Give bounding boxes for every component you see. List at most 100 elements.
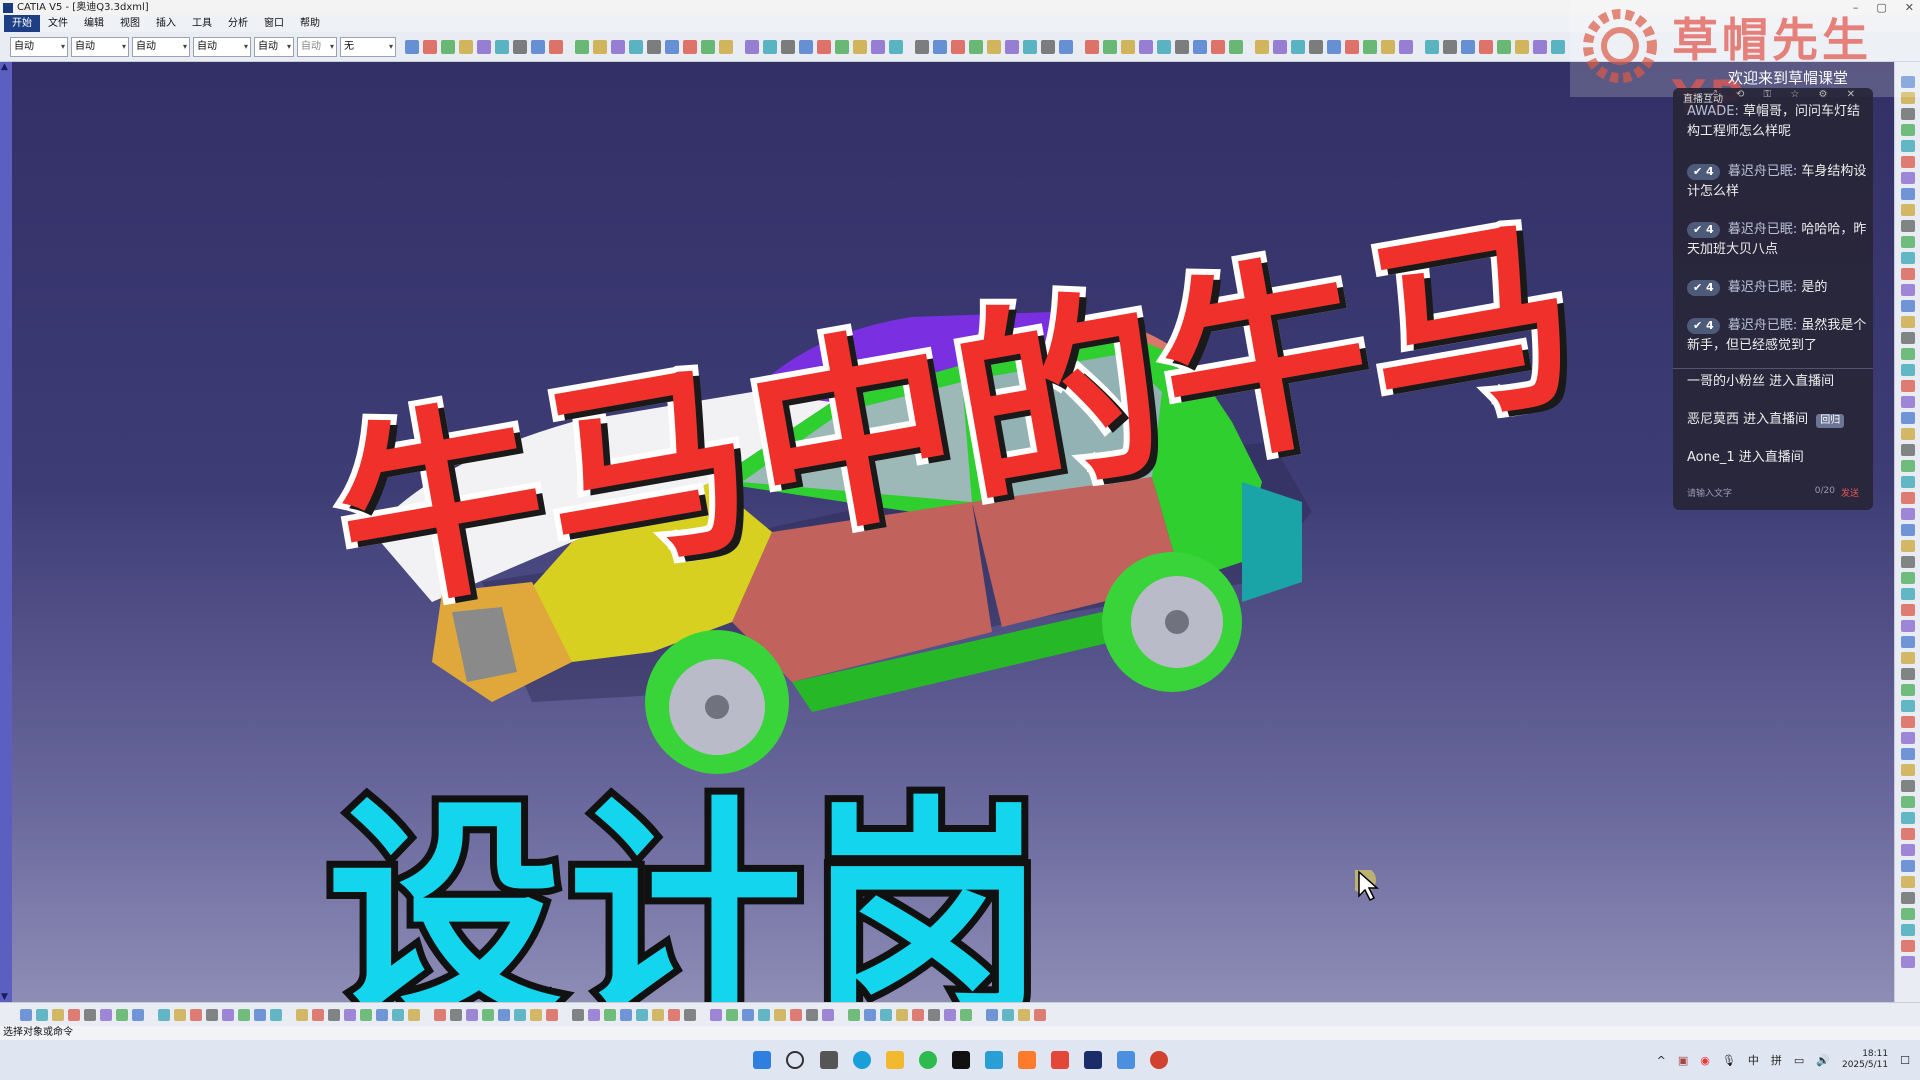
tool-button-icon[interactable]	[1901, 332, 1915, 344]
tool-button-icon[interactable]	[1901, 908, 1915, 920]
tool-button-icon[interactable]	[1901, 620, 1915, 632]
tool-button-icon[interactable]	[915, 39, 929, 54]
tool-button-icon[interactable]	[1901, 236, 1915, 248]
tool-button-icon[interactable]	[986, 1009, 998, 1021]
tool-button-icon[interactable]	[1901, 748, 1915, 760]
transparency-select[interactable]: 自动 ▾	[254, 36, 294, 57]
search-icon[interactable]	[786, 1051, 804, 1069]
tool-button-icon[interactable]	[222, 1009, 234, 1021]
tool-button-icon[interactable]	[806, 1009, 818, 1021]
ime-indicator[interactable]: 中	[1748, 1052, 1759, 1068]
tool-button-icon[interactable]	[710, 1009, 722, 1021]
tool-button-icon[interactable]	[593, 39, 607, 54]
tray-app-icon[interactable]: ▣	[1678, 1054, 1688, 1067]
tool-button-icon[interactable]	[604, 1009, 616, 1021]
tool-button-icon[interactable]	[1211, 39, 1225, 54]
tool-button-icon[interactable]	[774, 1009, 786, 1021]
tool-button-icon[interactable]	[1005, 39, 1019, 54]
powerpoint-icon[interactable]	[1150, 1051, 1168, 1069]
tool-button-icon[interactable]	[719, 39, 733, 54]
tool-button-icon[interactable]	[588, 1009, 600, 1021]
left-scrollbar[interactable]: ▲ ▼	[0, 62, 12, 1002]
tool-button-icon[interactable]	[620, 1009, 632, 1021]
app-icon[interactable]	[1018, 1051, 1036, 1069]
tool-button-icon[interactable]	[1901, 252, 1915, 264]
menu-edit[interactable]: 编辑	[76, 15, 112, 32]
tool-button-icon[interactable]	[1901, 364, 1915, 376]
tool-button-icon[interactable]	[441, 39, 455, 54]
tool-button-icon[interactable]	[763, 39, 777, 54]
clock[interactable]: 18:11 2025/5/11	[1842, 1049, 1888, 1071]
tool-button-icon[interactable]	[1901, 156, 1915, 168]
tool-button-icon[interactable]	[636, 1009, 648, 1021]
tool-button-icon[interactable]	[206, 1009, 218, 1021]
tool-button-icon[interactable]	[758, 1009, 770, 1021]
tool-button-icon[interactable]	[1901, 796, 1915, 808]
send-button[interactable]: 发送	[1841, 486, 1859, 499]
tool-button-icon[interactable]	[1901, 380, 1915, 392]
tool-button-icon[interactable]	[1901, 540, 1915, 552]
tool-button-icon[interactable]	[1901, 556, 1915, 568]
tool-button-icon[interactable]	[1273, 39, 1287, 54]
tool-button-icon[interactable]	[848, 1009, 860, 1021]
rear-wheel[interactable]	[1102, 552, 1242, 692]
app-icon[interactable]	[1051, 1051, 1069, 1069]
menu-help[interactable]: 帮助	[292, 15, 328, 32]
color-select[interactable]: 自动 ▾	[10, 36, 68, 57]
tool-button-icon[interactable]	[1479, 39, 1493, 54]
tool-button-icon[interactable]	[1139, 39, 1153, 54]
tool-button-icon[interactable]	[1041, 39, 1055, 54]
tool-button-icon[interactable]	[822, 1009, 834, 1021]
tool-button-icon[interactable]	[116, 1009, 128, 1021]
tray-chevron-icon[interactable]: ^	[1657, 1054, 1666, 1067]
menu-start[interactable]: 开始	[4, 15, 40, 32]
tool-button-icon[interactable]	[1381, 39, 1395, 54]
tool-button-icon[interactable]	[360, 1009, 372, 1021]
tool-button-icon[interactable]	[1901, 476, 1915, 488]
obs-icon[interactable]	[952, 1051, 970, 1069]
tool-button-icon[interactable]	[68, 1009, 80, 1021]
tool-button-icon[interactable]	[312, 1009, 324, 1021]
tool-button-icon[interactable]	[423, 39, 437, 54]
layer-select[interactable]: 自动 ▾	[297, 36, 337, 57]
tool-button-icon[interactable]	[1327, 39, 1341, 54]
tool-button-icon[interactable]	[238, 1009, 250, 1021]
tool-button-icon[interactable]	[1901, 668, 1915, 680]
task-view-icon[interactable]	[820, 1051, 838, 1069]
tool-button-icon[interactable]	[1901, 892, 1915, 904]
tool-button-icon[interactable]	[1901, 924, 1915, 936]
tool-button-icon[interactable]	[1901, 860, 1915, 872]
tool-button-icon[interactable]	[742, 1009, 754, 1021]
tool-button-icon[interactable]	[1363, 39, 1377, 54]
tool-button-icon[interactable]	[1901, 220, 1915, 232]
tool-button-icon[interactable]	[1497, 39, 1511, 54]
tool-button-icon[interactable]	[1175, 39, 1189, 54]
tool-button-icon[interactable]	[450, 1009, 462, 1021]
tool-button-icon[interactable]	[944, 1009, 956, 1021]
tool-button-icon[interactable]	[726, 1009, 738, 1021]
tool-button-icon[interactable]	[1901, 812, 1915, 824]
tool-button-icon[interactable]	[880, 1009, 892, 1021]
tool-button-icon[interactable]	[1901, 140, 1915, 152]
tool-button-icon[interactable]	[1901, 828, 1915, 840]
tool-button-icon[interactable]	[864, 1009, 876, 1021]
file-explorer-icon[interactable]	[886, 1051, 904, 1069]
edge-icon[interactable]	[853, 1051, 871, 1069]
tool-button-icon[interactable]	[20, 1009, 32, 1021]
tool-button-icon[interactable]	[132, 1009, 144, 1021]
tool-button-icon[interactable]	[1901, 188, 1915, 200]
tool-button-icon[interactable]	[495, 39, 509, 54]
style-select[interactable]: 无 ▾	[340, 36, 396, 57]
tool-button-icon[interactable]	[466, 1009, 478, 1021]
menu-file[interactable]: 文件	[40, 15, 76, 32]
tool-button-icon[interactable]	[1901, 204, 1915, 216]
menu-tools[interactable]: 工具	[184, 15, 220, 32]
point-select[interactable]: 自动 ▾	[193, 36, 251, 57]
tool-button-icon[interactable]	[546, 1009, 558, 1021]
tool-button-icon[interactable]	[951, 39, 965, 54]
tool-button-icon[interactable]	[1901, 460, 1915, 472]
tool-button-icon[interactable]	[912, 1009, 924, 1021]
tray-app-icon[interactable]: ◉	[1700, 1054, 1710, 1067]
tool-button-icon[interactable]	[1901, 172, 1915, 184]
tool-button-icon[interactable]	[572, 1009, 584, 1021]
